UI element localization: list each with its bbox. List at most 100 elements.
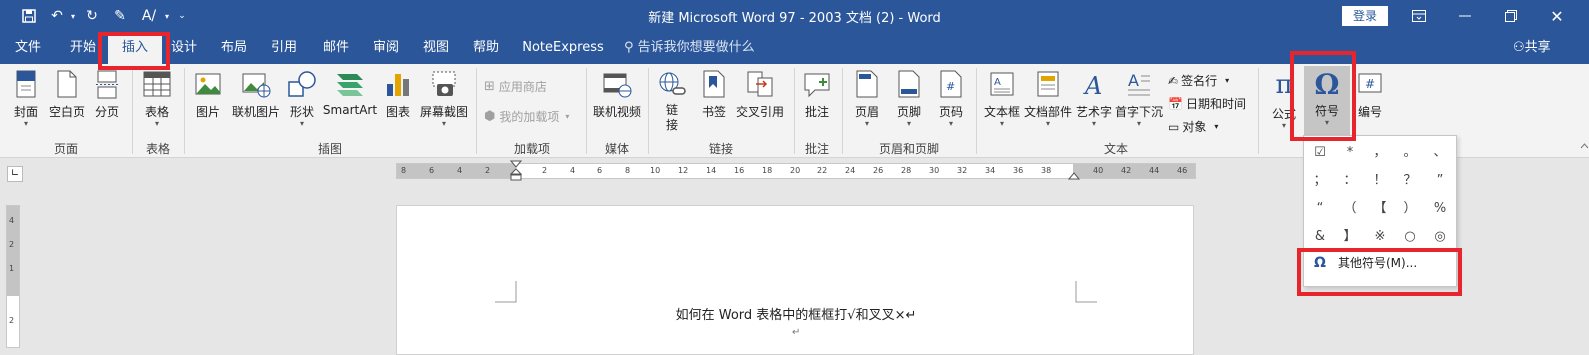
numbering-button[interactable]: # 编号 <box>1352 70 1388 120</box>
equation-dropdown-icon: ▾ <box>1281 121 1286 130</box>
header-label: 页眉 <box>854 105 879 119</box>
page-number-dropdown-icon: ▾ <box>948 119 953 128</box>
tab-mailings[interactable]: 邮件 <box>314 32 358 64</box>
document-text-line[interactable]: 如何在 Word 表格中的框框打√和叉叉×↵ <box>397 304 1195 323</box>
symbol-item[interactable]: 、 <box>1426 140 1454 166</box>
chart-button[interactable]: 图表 <box>382 70 414 120</box>
tab-view[interactable]: 视图 <box>414 32 458 64</box>
tab-layout[interactable]: 布局 <box>214 32 254 64</box>
group-label-text: 文本 <box>1103 142 1128 156</box>
online-video-button[interactable]: 联机视频 <box>590 70 644 120</box>
pi-icon: π <box>1275 70 1293 100</box>
cross-reference-button[interactable]: 交叉引用 <box>732 70 788 120</box>
date-time-button[interactable]: 📅 日期和时间 <box>1168 95 1246 112</box>
dropcap-label: 首字下沉 <box>1114 105 1163 119</box>
equation-button[interactable]: π 公式 ▾ <box>1266 70 1302 130</box>
tab-help[interactable]: 帮助 <box>464 32 508 64</box>
undo-dropdown-icon[interactable]: ▾ <box>68 7 78 25</box>
symbol-item[interactable]: ？ <box>1396 168 1424 194</box>
vertical-ruler[interactable]: 4 2 1 2 <box>6 205 20 348</box>
symbol-item[interactable]: & <box>1306 224 1334 250</box>
tab-file[interactable]: 文件 <box>6 32 50 64</box>
symbol-item[interactable]: （ <box>1336 196 1364 222</box>
header-button[interactable]: 页眉 ▾ <box>848 70 886 128</box>
quick-parts-button[interactable]: 文档部件 ▾ <box>1024 70 1072 128</box>
object-icon: ▭ <box>1168 119 1180 134</box>
symbol-button[interactable]: Ω 符号 ▾ <box>1304 66 1350 138</box>
restore-icon[interactable] <box>1488 4 1534 28</box>
textbox-icon: A <box>990 72 1014 96</box>
symbol-item[interactable]: ， <box>1366 140 1394 166</box>
font-style-dropdown-icon[interactable]: ▾ <box>162 7 172 25</box>
tab-home[interactable]: 开始 <box>60 32 106 64</box>
symbol-item[interactable]: 【 <box>1366 196 1394 222</box>
footer-button[interactable]: 页脚 ▾ <box>890 70 928 128</box>
symbol-item[interactable]: ； <box>1306 168 1334 194</box>
object-button[interactable]: ▭ 对象 ▾ <box>1168 118 1218 135</box>
online-pictures-button[interactable]: 联机图片 <box>228 70 284 120</box>
symbol-item[interactable]: ☑ <box>1306 140 1334 166</box>
horizontal-ruler[interactable]: 8 6 4 2 2 4 6 8 10 12 14 16 18 20 22 24 … <box>396 160 1196 182</box>
dropcap-button[interactable]: A 首字下沉 ▾ <box>1114 70 1164 128</box>
symbol-item[interactable]: ※ <box>1366 224 1394 250</box>
symbol-item[interactable]: ） <box>1396 196 1424 222</box>
share-button[interactable]: ⚇共享 <box>1513 32 1551 64</box>
login-button[interactable]: 登录 <box>1342 6 1388 26</box>
pictures-button[interactable]: 图片 <box>190 70 226 120</box>
close-icon[interactable]: ✕ <box>1534 4 1580 28</box>
symbol-item[interactable]: ◎ <box>1426 224 1454 250</box>
smartart-button[interactable]: SmartArt <box>322 70 378 117</box>
wordart-button[interactable]: A 艺术字 ▾ <box>1074 70 1114 128</box>
symbol-item[interactable]: ： <box>1336 168 1364 194</box>
symbol-item[interactable]: * <box>1336 140 1364 166</box>
scroll-indicator[interactable] <box>1580 140 1589 160</box>
indent-marker-icon[interactable] <box>510 160 522 182</box>
blank-page-button[interactable]: 空白页 <box>46 70 88 120</box>
tab-references[interactable]: 引用 <box>264 32 304 64</box>
shapes-button[interactable]: 形状 ▾ <box>286 70 318 128</box>
document-page[interactable]: 如何在 Word 表格中的框框打√和叉叉×↵ ↵ <box>396 205 1194 355</box>
tell-me-search[interactable]: ⚲ 告诉我你想要做什么 <box>624 32 755 64</box>
symbol-item[interactable]: ” <box>1426 168 1454 194</box>
cover-page-label: 封面 <box>13 105 38 119</box>
undo-icon[interactable]: ↶ <box>46 7 68 25</box>
tab-insert[interactable]: 插入 <box>108 32 162 64</box>
symbol-item[interactable]: ○ <box>1396 224 1424 250</box>
symbol-item[interactable]: % <box>1426 196 1454 222</box>
page-break-button[interactable]: 分页 <box>90 70 124 120</box>
ribbon-display-icon[interactable] <box>1396 4 1442 28</box>
font-style-icon[interactable]: A/ <box>136 7 162 25</box>
bookmark-button[interactable]: 书签 <box>698 70 730 120</box>
symbol-item[interactable]: 】 <box>1336 224 1364 250</box>
save-icon[interactable] <box>18 7 40 25</box>
minimize-icon[interactable] <box>1442 4 1488 28</box>
link-button[interactable]: 链 接 <box>654 70 690 133</box>
ruler-tick: 18 <box>762 166 773 175</box>
page-number-button[interactable]: # 页码 ▾ <box>932 70 970 128</box>
group-separator <box>476 68 477 154</box>
tab-stop-selector[interactable]: ∟ <box>7 166 23 182</box>
more-symbols-label: 其他符号(M)... <box>1338 256 1418 270</box>
screenshot-button[interactable]: 屏幕截图 ▾ <box>418 70 470 128</box>
svg-text:A: A <box>1083 72 1102 98</box>
cover-page-button[interactable]: 封面 ▾ <box>8 70 44 128</box>
textbox-button[interactable]: A 文本框 ▾ <box>980 70 1024 128</box>
symbol-item[interactable]: “ <box>1306 196 1334 222</box>
right-indent-marker-icon[interactable] <box>1068 168 1080 180</box>
symbol-item[interactable]: 。 <box>1396 140 1424 166</box>
redo-icon[interactable]: ↻ <box>82 7 102 25</box>
more-symbols-menu-item[interactable]: Ω 其他符号(M)... <box>1304 248 1456 278</box>
my-addins-button[interactable]: ⬢ 我的加载项 ▾ <box>484 108 569 125</box>
symbol-item[interactable]: ！ <box>1366 168 1394 194</box>
store-button[interactable]: ⊞ 应用商店 <box>484 78 547 95</box>
tab-review[interactable]: 审阅 <box>364 32 408 64</box>
format-painter-icon[interactable]: ✎ <box>108 7 132 25</box>
symbol-label: 符号 <box>1314 104 1339 118</box>
tab-noteexpress[interactable]: NoteExpress <box>518 32 608 64</box>
table-button[interactable]: 表格 ▾ <box>138 70 176 128</box>
tab-design[interactable]: 设计 <box>164 32 204 64</box>
signature-line-button[interactable]: ✍ 签名行 ▾ <box>1168 72 1229 89</box>
comment-button[interactable]: 批注 <box>800 70 834 120</box>
ruler-tick: 12 <box>678 166 689 175</box>
customize-toolbar-icon[interactable]: ⌄ <box>176 7 188 25</box>
